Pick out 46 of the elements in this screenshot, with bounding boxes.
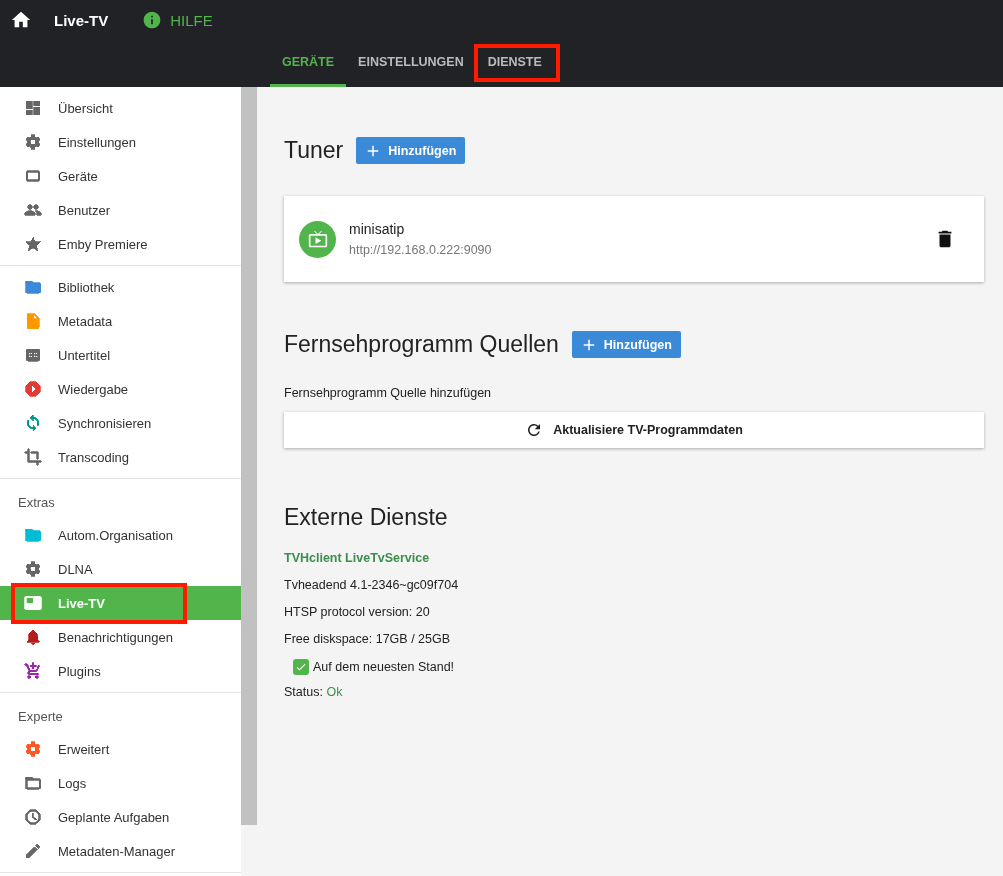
info-icon (142, 10, 163, 30)
sidebar-item[interactable]: Bibliothek (0, 270, 241, 304)
tv-icon (299, 220, 336, 258)
sidebar-item[interactable]: Emby Premiere (0, 227, 241, 261)
sidebar-item[interactable]: Erweitert (0, 732, 241, 766)
add-button[interactable]: Hinzufügen (356, 137, 466, 164)
sidebar-item[interactable]: Einstellungen (0, 125, 241, 159)
device-name: minisatip (349, 221, 406, 237)
sidebar-item[interactable]: Geplante Aufgaben (0, 800, 241, 834)
info-text: HTSP protocol version: 20 (284, 605, 431, 619)
section-title: Tuner (284, 137, 344, 164)
section-title: Fernsehprogramm Quellen (284, 331, 559, 358)
tab[interactable]: EINSTELLUNGEN (346, 40, 476, 87)
sidebar-item[interactable]: Autom.Organisation (0, 518, 241, 552)
add-button[interactable]: Hinzufügen (571, 331, 681, 358)
device-url: http://192.168.0.222:9090 (349, 243, 493, 257)
sidebar-item[interactable]: Synchronisieren (0, 406, 241, 440)
hint-text: Fernsehprogramm Quelle hinzufügen (284, 386, 493, 400)
info-text: Free diskspace: 17GB / 25GB (284, 632, 452, 646)
page-title: Live-TV (54, 11, 109, 29)
refresh-button[interactable]: Aktualisiere TV-Programmdaten (284, 412, 984, 448)
status-text: Status: Ok (284, 685, 344, 699)
sidebar-item[interactable]: Benachrichtigungen (0, 620, 241, 654)
sidebar-item[interactable]: Geräte (0, 159, 241, 193)
sidebar-item[interactable]: Übersicht (0, 91, 241, 125)
tab[interactable]: GERÄTE (270, 40, 347, 87)
sidebar-item[interactable]: Benutzer (0, 193, 241, 227)
check-icon (295, 661, 307, 673)
info-text: Tvheadend 4.1-2346~gc09f704 (284, 578, 460, 592)
sidebar-item[interactable]: Metadaten-Manager (0, 834, 241, 868)
checkbox[interactable] (293, 659, 309, 675)
section-title: Externe Dienste (284, 504, 448, 531)
sidebar-item[interactable]: Wiedergabe (0, 372, 241, 406)
sidebar-item[interactable]: Plugins (0, 654, 241, 688)
sidebar-item[interactable]: DLNA (0, 552, 241, 586)
sidebar-item[interactable]: Logs (0, 766, 241, 800)
section-heading: Experte (17, 708, 64, 726)
scrollbar[interactable] (241, 87, 257, 825)
sidebar-item[interactable]: Transcoding (0, 440, 241, 474)
tab[interactable]: DIENSTE (475, 40, 554, 87)
service-link[interactable]: TVHclient LiveTvService (284, 551, 984, 565)
sidebar-item[interactable]: Untertitel (0, 338, 241, 372)
checkbox-label: Auf dem neuesten Stand! (313, 660, 455, 674)
sidebar-item[interactable]: Metadata (0, 304, 241, 338)
section-heading: Extras (17, 494, 56, 512)
help-link[interactable]: HILFE (142, 10, 213, 30)
